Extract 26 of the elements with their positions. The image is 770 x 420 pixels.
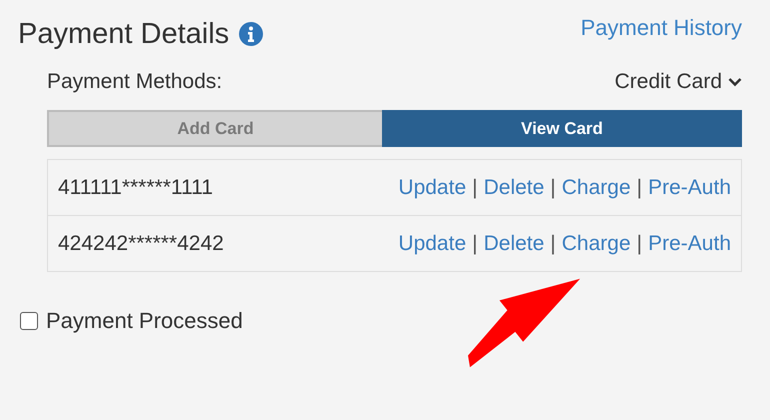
payment-history-link[interactable]: Payment History	[580, 15, 742, 41]
info-icon[interactable]	[239, 22, 264, 46]
card-number: 424242******4242	[58, 232, 224, 256]
separator: |	[472, 176, 478, 200]
action-link[interactable]: Delete	[484, 232, 544, 256]
separator: |	[550, 232, 556, 256]
action-link[interactable]: Delete	[484, 176, 544, 200]
action-link[interactable]: Pre-Auth	[648, 232, 731, 256]
field-label: Payment Methods:	[47, 70, 222, 94]
separator: |	[550, 176, 556, 200]
separator: |	[636, 232, 642, 256]
checkbox[interactable]	[20, 312, 38, 330]
chevron-down-icon	[728, 77, 742, 87]
section-title: Payment Details	[18, 18, 230, 50]
action-link[interactable]: Charge	[562, 176, 631, 200]
payment-method-dropdown[interactable]: Credit Card	[614, 70, 742, 94]
card-number: 411111******1111	[58, 176, 213, 200]
checkbox-label: Payment Processed	[46, 308, 243, 334]
action-link[interactable]: Charge	[562, 232, 631, 256]
separator: |	[636, 176, 642, 200]
tab[interactable]: Add Card	[47, 110, 382, 147]
action-link[interactable]: Update	[398, 232, 466, 256]
tab[interactable]: View Card	[382, 110, 742, 147]
action-link[interactable]: Update	[398, 176, 466, 200]
separator: |	[472, 232, 478, 256]
action-link[interactable]: Pre-Auth	[648, 176, 731, 200]
